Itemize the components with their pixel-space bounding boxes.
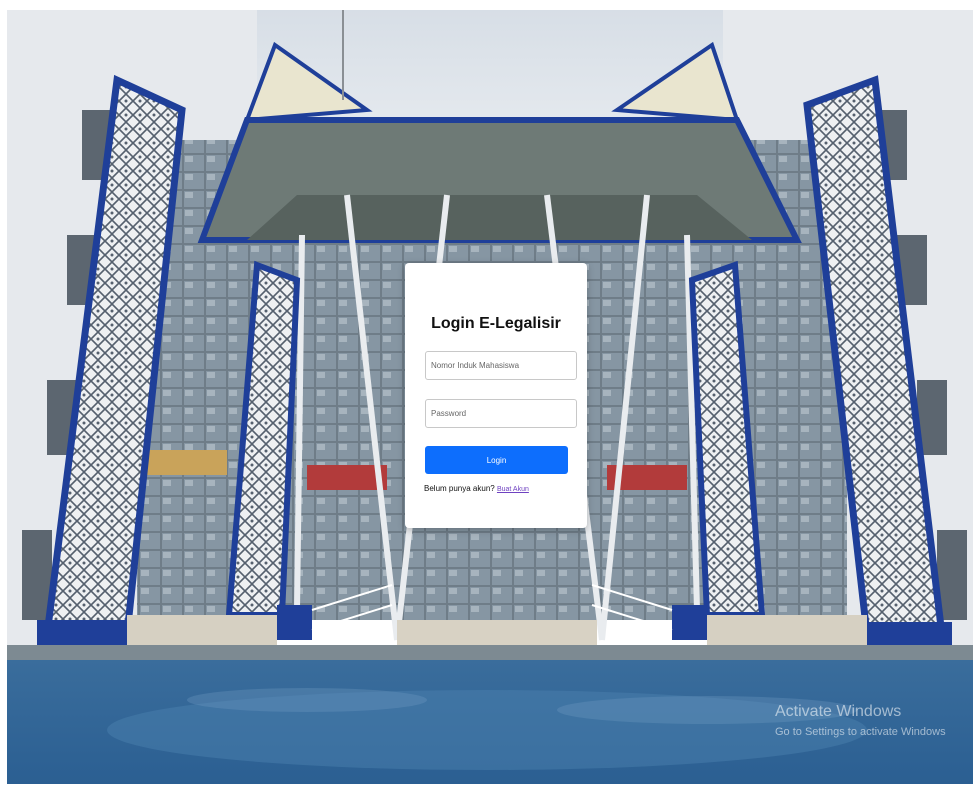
watermark-title: Activate Windows — [775, 703, 902, 720]
create-account-link[interactable]: Buat Akun — [497, 486, 529, 493]
login-button[interactable]: Login — [425, 446, 568, 474]
register-prompt: Belum punya akun? — [424, 484, 495, 493]
watermark-subtitle: Go to Settings to activate Windows — [775, 726, 946, 738]
password-input[interactable] — [425, 399, 577, 428]
register-row: Belum punya akun? Buat Akun — [424, 484, 529, 493]
login-title: Login E-Legalisir — [431, 315, 561, 332]
nim-input[interactable] — [425, 351, 577, 380]
windows-activation-watermark: Activate Windows Go to Settings to activ… — [775, 703, 946, 738]
login-card: Login E-Legalisir Login Belum punya akun… — [405, 263, 587, 528]
